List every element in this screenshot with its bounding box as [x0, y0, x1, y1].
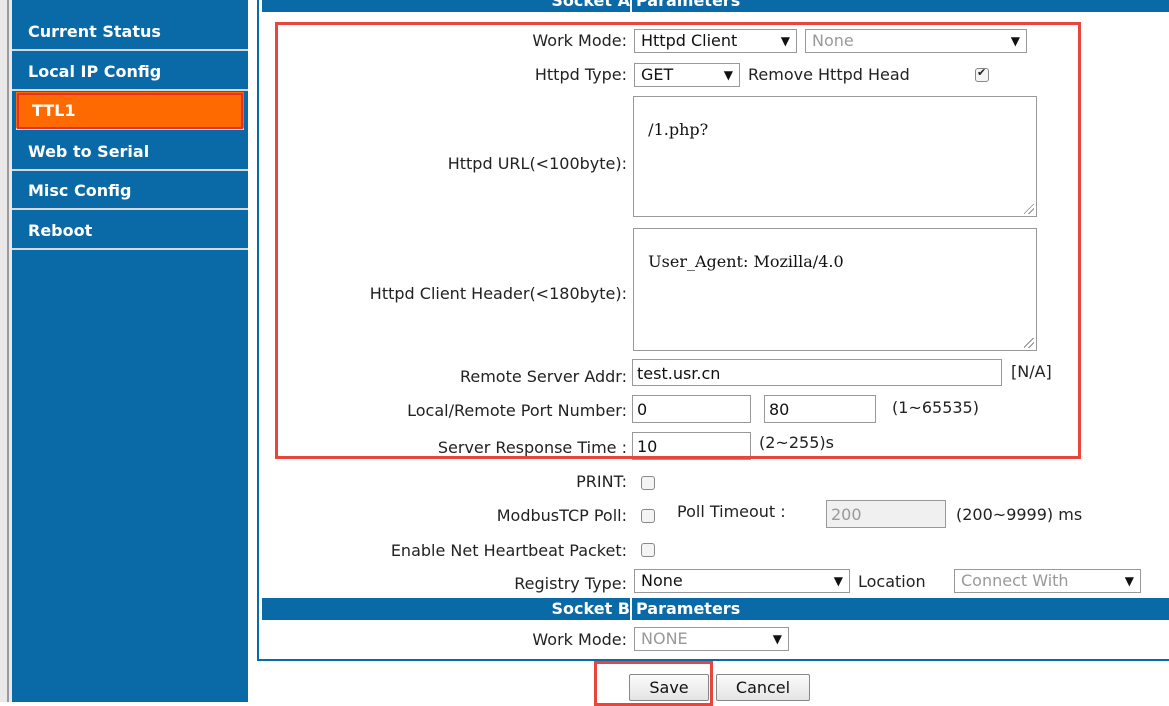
poll-timeout-label: Poll Timeout : — [677, 502, 786, 521]
modbus-tcp-poll-label: ModbusTCP Poll: — [496, 506, 627, 525]
httpd-type-select[interactable]: GET ▼ — [634, 63, 740, 87]
sidebar: Current Status Local IP Config TTL1 Web … — [12, 0, 248, 702]
resize-grip-icon[interactable] — [1024, 338, 1034, 348]
httpd-url-label: Httpd URL(<100byte): — [447, 154, 627, 173]
window-edge — [0, 0, 12, 702]
remove-httpd-head-label: Remove Httpd Head — [748, 65, 910, 84]
remove-httpd-head-checkbox[interactable] — [975, 66, 989, 82]
cancel-button[interactable]: Cancel — [716, 674, 810, 701]
poll-timeout-input[interactable]: 200 — [826, 500, 946, 528]
server-response-time-hint: (2~255)s — [759, 433, 834, 452]
print-checkbox[interactable] — [641, 476, 655, 490]
port-number-label: Local/Remote Port Number: — [407, 401, 627, 420]
chevron-down-icon: ▼ — [1010, 34, 1020, 48]
socket-a-header: Socket A Parameters — [262, 0, 1169, 12]
socket-b-header: Socket B Parameters — [262, 598, 1169, 620]
httpd-client-header-label: Httpd Client Header(<180byte): — [369, 284, 627, 303]
sidebar-item-misc-config[interactable]: Misc Config — [12, 172, 248, 210]
remote-server-addr-input[interactable]: test.usr.cn — [632, 359, 1002, 386]
sidebar-item-local-ip-config[interactable]: Local IP Config — [12, 53, 248, 91]
net-heartbeat-label: Enable Net Heartbeat Packet: — [390, 541, 627, 560]
local-port-input[interactable]: 0 — [632, 395, 751, 423]
print-label: PRINT: — [576, 472, 627, 491]
remote-server-addr-label: Remote Server Addr: — [459, 367, 627, 386]
chevron-down-icon: ▼ — [723, 68, 733, 82]
work-mode-label: Work Mode: — [532, 31, 627, 50]
chevron-down-icon: ▼ — [780, 34, 790, 48]
sidebar-item-ttl1[interactable]: TTL1 — [16, 92, 244, 130]
resize-grip-icon[interactable] — [1024, 204, 1034, 214]
chevron-down-icon: ▼ — [1124, 574, 1134, 588]
httpd-type-label: Httpd Type: — [534, 65, 627, 84]
save-button[interactable]: Save — [629, 674, 709, 701]
registry-type-select[interactable]: None ▼ — [634, 569, 850, 593]
socket-b-work-mode-select[interactable]: NONE ▼ — [634, 627, 789, 651]
httpd-url-textarea[interactable]: /1.php? — [633, 96, 1037, 217]
work-mode-secondary-select[interactable]: None ▼ — [805, 29, 1027, 53]
work-mode-select[interactable]: Httpd Client ▼ — [634, 29, 797, 53]
httpd-client-header-textarea[interactable]: User_Agent: Mozilla/4.0 — [633, 228, 1037, 351]
location-select[interactable]: Connect With ▼ — [954, 569, 1141, 593]
socket-b-work-mode-label: Work Mode: — [532, 630, 627, 649]
remote-server-addr-hint: [N/A] — [1011, 362, 1052, 381]
server-response-time-label: Server Response Time : — [437, 438, 627, 457]
location-label: Location — [858, 572, 926, 591]
chevron-down-icon: ▼ — [833, 574, 843, 588]
net-heartbeat-checkbox[interactable] — [641, 543, 655, 557]
chevron-down-icon: ▼ — [772, 632, 782, 646]
sidebar-item-web-to-serial[interactable]: Web to Serial — [12, 133, 248, 171]
sidebar-item-current-status[interactable]: Current Status — [12, 13, 248, 51]
sidebar-item-reboot[interactable]: Reboot — [12, 212, 248, 250]
registry-type-label: Registry Type: — [514, 574, 627, 593]
modbus-tcp-poll-checkbox[interactable] — [641, 509, 655, 523]
poll-timeout-hint: (200~9999) ms — [956, 505, 1083, 524]
remote-port-input[interactable]: 80 — [764, 395, 876, 423]
port-range-hint: (1~65535) — [892, 398, 979, 417]
server-response-time-input[interactable]: 10 — [632, 432, 751, 460]
